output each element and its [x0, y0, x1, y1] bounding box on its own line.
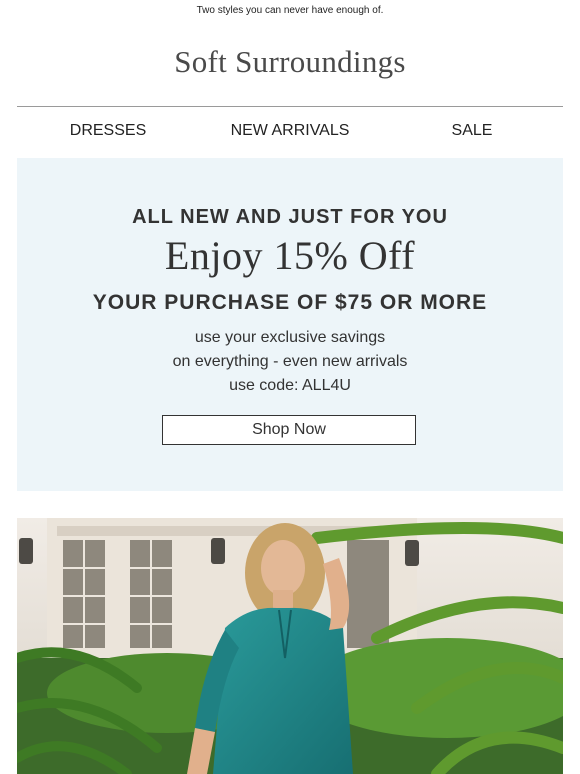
- promo-code-line: use code: ALL4U: [229, 377, 351, 394]
- hero-image[interactable]: [17, 518, 563, 774]
- promo-line: use your exclusive savings: [194, 329, 386, 346]
- hero-photo-illustration: [17, 518, 563, 774]
- nav-item-sale[interactable]: SALE: [381, 122, 563, 140]
- promo-headline: Enjoy 15% Off: [164, 233, 416, 278]
- main-nav: DRESSES NEW ARRIVALS SALE: [17, 122, 563, 144]
- shop-now-button[interactable]: Shop Now: [162, 415, 416, 445]
- promo-subheadline: YOUR PURCHASE OF $75 OR MORE: [92, 291, 488, 314]
- nav-item-new-arrivals[interactable]: NEW ARRIVALS: [199, 122, 381, 140]
- promo-eyebrow: ALL NEW AND JUST FOR YOU: [132, 206, 448, 228]
- promo-line: on everything - even new arrivals: [172, 353, 408, 370]
- nav-item-dresses[interactable]: DRESSES: [17, 122, 199, 140]
- logo-divider: [17, 106, 563, 107]
- brand-logo[interactable]: Soft Surroundings: [0, 44, 580, 80]
- promo-banner: ALL NEW AND JUST FOR YOU Enjoy 15% Off Y…: [17, 158, 563, 491]
- preheader-text: Two styles you can never have enough of.: [196, 5, 384, 16]
